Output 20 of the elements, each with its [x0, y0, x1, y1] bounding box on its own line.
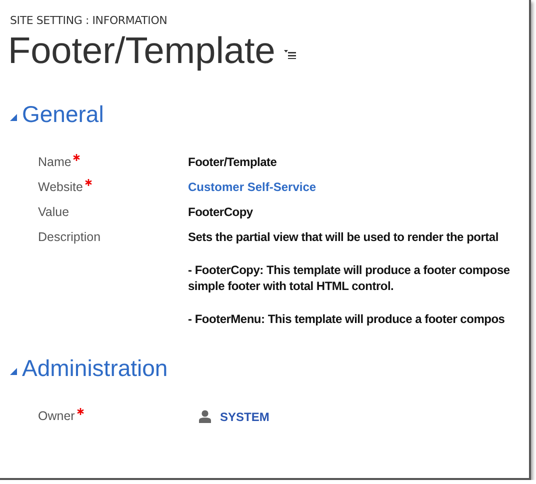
- field-value: Footer/Template: [188, 154, 277, 170]
- section-heading[interactable]: General: [22, 101, 104, 128]
- menu-icon[interactable]: [284, 50, 296, 58]
- field-value: Sets the partial view that will be used to render the portal: [188, 229, 498, 245]
- field-value: - FooterMenu: This template will produce a footer compos: [188, 311, 505, 327]
- collapse-icon[interactable]: [10, 368, 17, 374]
- field-value: FooterCopy: [188, 204, 253, 220]
- field-value: - FooterCopy: This template will produce a footer compose simple footer with total HTML control.: [188, 262, 510, 294]
- field-label: Value: [38, 204, 70, 221]
- field-label: Name: [38, 154, 72, 171]
- page-title: Footer/Template: [8, 29, 276, 73]
- field-label: Description: [38, 229, 101, 246]
- section-heading[interactable]: Administration: [22, 355, 168, 382]
- field-label: Website: [38, 179, 83, 196]
- field-label: Owner: [38, 408, 75, 425]
- website-link[interactable]: Customer Self-Service: [188, 180, 316, 194]
- owner-link[interactable]: SYSTEM: [220, 408, 270, 424]
- user-icon[interactable]: [199, 410, 211, 423]
- breadcrumb: SITE SETTING : INFORMATION: [10, 14, 168, 27]
- collapse-icon[interactable]: [10, 114, 17, 120]
